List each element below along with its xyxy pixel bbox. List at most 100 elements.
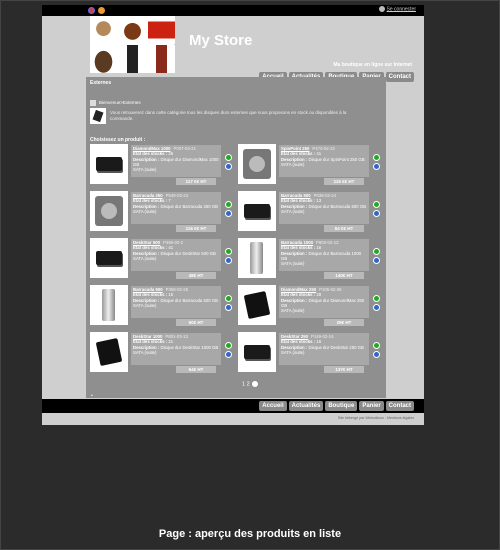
hard-drive-icon: [96, 251, 122, 265]
product-card[interactable]: Barracuda 500 P038-02-24 Etat des stocks :…: [238, 191, 384, 235]
view-details-icon[interactable]: [373, 257, 380, 264]
add-to-cart-icon[interactable]: [225, 295, 232, 302]
product-description-more: SATA (suite): [133, 303, 157, 309]
pagination-pages[interactable]: 1 2: [242, 381, 250, 387]
product-stock: 15: [168, 292, 174, 298]
hard-drive-icon: [96, 157, 122, 171]
product-card[interactable]: SpinPoint 250 P470-02-22 Etat des stocks :…: [238, 144, 384, 188]
product-image[interactable]: [238, 238, 276, 278]
product-name[interactable]: Barracuda 250: [133, 193, 163, 198]
english-flag-icon[interactable]: [98, 7, 105, 14]
product-name[interactable]: DeskStar 500: [133, 240, 160, 245]
store-website: Se connecter My Store Ma boutique en lig…: [42, 5, 424, 425]
product-name[interactable]: Barracuda 500: [133, 287, 163, 292]
product-stock: 41: [316, 151, 322, 157]
footer-nav-shop[interactable]: Boutique: [325, 401, 358, 411]
hard-drive-icon: [102, 289, 115, 321]
login-link[interactable]: Se connecter: [378, 6, 416, 12]
product-price: 29€ HT: [324, 319, 364, 326]
product-description-more: SATA (suite): [281, 308, 305, 314]
view-details-icon[interactable]: [225, 351, 232, 358]
product-stock: 16: [316, 245, 322, 251]
product-ref: P470-02-22: [312, 146, 335, 151]
product-image[interactable]: [90, 144, 128, 184]
product-name[interactable]: DiamondMax 1000: [133, 146, 171, 151]
view-details-icon[interactable]: [225, 257, 232, 264]
view-details-icon[interactable]: [373, 304, 380, 311]
product-card[interactable]: Barracuda 1000 P903-02-12 Etat des stocks …: [238, 238, 384, 282]
desc-label: Description :: [133, 156, 160, 162]
main-content: Externes Bienvenue>Externes Vous retrouv…: [86, 77, 386, 399]
desc-label: Description :: [133, 297, 160, 303]
view-details-icon[interactable]: [373, 163, 380, 170]
product-description: Disque dur SpinPoint 250 GB: [308, 156, 365, 162]
shoes-image: [90, 45, 117, 73]
breadcrumb-text[interactable]: Bienvenue>Externes: [99, 100, 141, 105]
product-image[interactable]: [238, 191, 276, 231]
product-name[interactable]: DiamondMax 250: [281, 287, 316, 292]
product-image[interactable]: [238, 144, 276, 184]
product-image[interactable]: [90, 285, 128, 325]
product-info: Barracuda 500 P038-02-24 Etat des stocks :…: [279, 192, 369, 224]
store-title[interactable]: My Store: [189, 32, 252, 49]
add-to-cart-icon[interactable]: [373, 154, 380, 161]
add-to-cart-icon[interactable]: [373, 248, 380, 255]
product-description-more: SATA (suite): [281, 162, 305, 168]
product-name[interactable]: DeskStar 1000: [133, 334, 162, 339]
view-details-icon[interactable]: [225, 163, 232, 170]
add-to-cart-icon[interactable]: [373, 295, 380, 302]
product-card[interactable]: Barracuda 500 P368-02-25 Etat des stocks :…: [90, 285, 236, 329]
hard-drive-icon: [244, 345, 270, 359]
grid-view-icon[interactable]: [90, 100, 96, 106]
product-card[interactable]: DiamondMax 250 P105-02-26 Etat des stocks …: [238, 285, 384, 329]
product-stock: 41: [168, 245, 174, 251]
product-info: DiamondMax 250 P105-02-26 Etat des stocks …: [279, 286, 369, 318]
add-to-cart-icon[interactable]: [225, 342, 232, 349]
footer-nav-home[interactable]: Accueil: [259, 401, 287, 411]
product-image[interactable]: [90, 191, 128, 231]
view-details-icon[interactable]: [225, 304, 232, 311]
add-to-cart-icon[interactable]: [373, 201, 380, 208]
product-card[interactable]: DeskStar 250 P149-02-16 Etat des stocks : …: [238, 332, 384, 376]
add-to-cart-icon[interactable]: [225, 248, 232, 255]
product-info: SpinPoint 250 P470-02-22 Etat des stocks :…: [279, 145, 369, 177]
product-card[interactable]: DeskStar 1000 P801-03-13 Etat des stocks :…: [90, 332, 236, 376]
footer-nav-cart[interactable]: Panier: [359, 401, 384, 411]
footer-nav-news[interactable]: Actualités: [288, 401, 324, 411]
product-image[interactable]: [90, 238, 128, 278]
view-details-icon[interactable]: [225, 210, 232, 217]
add-to-cart-icon[interactable]: [225, 154, 232, 161]
product-description: Disque dur Barracuda 500 GB: [160, 297, 219, 303]
add-to-cart-icon[interactable]: [225, 201, 232, 208]
product-stock: 7: [168, 198, 171, 204]
desc-label: Description :: [281, 344, 308, 350]
product-price: 116 €€ HT: [176, 225, 216, 232]
footer-credits[interactable]: Site hébergé par Webcalloos - Mentions l…: [338, 416, 414, 420]
desc-label: Description :: [281, 250, 308, 256]
next-page-icon[interactable]: [251, 381, 258, 387]
footer-nav-contact[interactable]: Contact: [385, 401, 414, 411]
product-card[interactable]: DiamondMax 1000 P007-03-21 Etat des stocks…: [90, 144, 236, 188]
product-name[interactable]: Barracuda 1000: [281, 240, 313, 245]
product-image[interactable]: [90, 332, 128, 372]
product-ref: P149-02-16: [311, 334, 334, 339]
product-card[interactable]: DeskStar 500 P496-03-2 Etat des stocks : 4…: [90, 238, 236, 282]
nav-contact[interactable]: Contact: [385, 72, 414, 82]
hard-drive-icon: [250, 242, 263, 274]
pagination: 1 2: [242, 381, 258, 387]
add-to-cart-icon[interactable]: [373, 342, 380, 349]
footer-bar: Accueil Actualités Boutique Panier Conta…: [42, 399, 424, 413]
product-name[interactable]: Barracuda 500: [281, 193, 311, 198]
product-name[interactable]: DeskStar 250: [281, 334, 308, 339]
product-image[interactable]: [238, 332, 276, 372]
view-details-icon[interactable]: [373, 210, 380, 217]
product-image[interactable]: [238, 285, 276, 325]
desc-label: Description :: [281, 297, 308, 303]
product-description-more: SATA (suite): [133, 256, 157, 262]
product-description-more: SATA (suite): [281, 350, 305, 356]
product-name[interactable]: SpinPoint 250: [281, 146, 309, 151]
view-details-icon[interactable]: [373, 351, 380, 358]
product-card[interactable]: Barracuda 250 P549-03-23 Etat des stocks :…: [90, 191, 236, 235]
french-flag-icon[interactable]: [88, 7, 95, 14]
top-bar: Se connecter: [42, 5, 424, 16]
